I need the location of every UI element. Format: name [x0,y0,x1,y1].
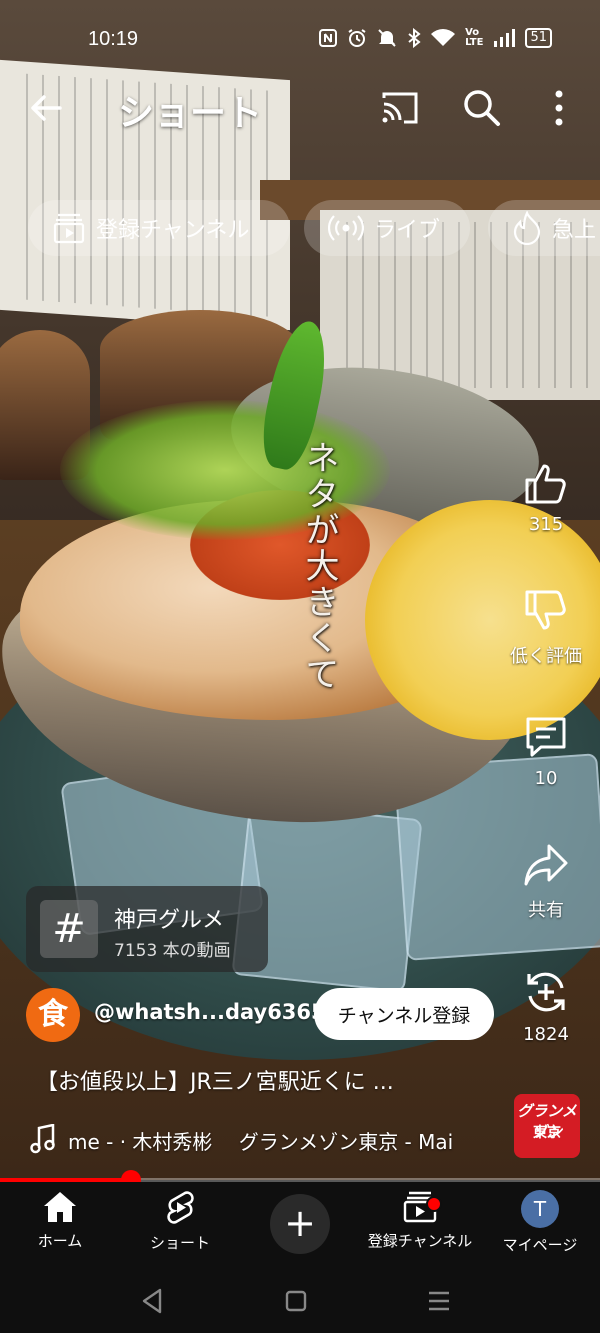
bluetooth-icon [408,28,421,48]
wifi-icon [431,29,456,46]
volte-icon: Vo LTE [465,27,484,48]
nav-subscriptions[interactable]: 登録チャンネル [356,1190,484,1251]
music-track-text[interactable]: me - · 木村秀彬 グランメゾン東京 - Mai [68,1126,496,1155]
status-bar: 10:19 Vo LTE 51 [0,0,600,80]
more-options-icon[interactable] [548,86,570,130]
system-menu-icon[interactable] [422,1284,456,1318]
user-avatar: T [521,1190,559,1228]
share-label: 共有 [528,900,564,921]
trending-icon [513,211,541,245]
hashtag-video-count: 7153 本の動画 [114,941,231,961]
like-count: 315 [528,514,564,535]
video-caption-text: ネタが大きくて [299,440,339,692]
chip-label: 登録チャンネル [96,218,250,243]
nav-label: 登録チャンネル [367,1232,473,1250]
nav-label: マイページ [502,1236,578,1254]
nav-home[interactable]: ホーム [24,1190,96,1251]
home-icon [44,1192,76,1222]
thumbs-down-icon [525,590,566,630]
channel-handle[interactable]: @whatsh...day6365 [94,1000,326,1024]
comment-icon [526,717,566,757]
video-title[interactable]: 【お値段以上】JR三ノ宮駅近くに ... [36,1064,394,1096]
music-thumbnail[interactable]: グランメゾン 東京 [514,1094,580,1158]
alarm-icon [348,29,366,47]
remix-icon [527,972,565,1012]
music-thumb-line2: 東京 [533,1125,561,1141]
notification-dot [426,1196,442,1212]
signal-icon [494,29,516,47]
plus-icon: + [284,1201,316,1245]
back-arrow-icon[interactable] [26,88,66,128]
subscribe-button[interactable]: チャンネル登録 [314,988,494,1040]
create-button[interactable]: + [270,1194,330,1254]
remix-count: 1824 [523,1024,569,1045]
dislike-label: 低く評価 [510,646,582,667]
like-button[interactable]: 315 [506,460,586,535]
music-note-icon [30,1124,55,1154]
subscriptions-icon [53,213,85,244]
top-app-bar: ショート [0,80,600,140]
cast-icon[interactable] [380,88,420,128]
chip-subscriptions[interactable]: 登録チャンネル [28,200,290,256]
hashtag-title: 神戸グルメ [114,908,225,933]
system-back-icon[interactable] [136,1284,170,1318]
comment-count: 10 [534,768,558,789]
nfc-icon [319,29,338,47]
bottom-navigation: ホーム ショート + 登録チャンネル T マイページ [0,1182,600,1270]
nav-label: ホーム [37,1232,83,1250]
chip-live[interactable]: ライブ [304,200,470,256]
share-icon [524,844,568,886]
nav-my-page[interactable]: T マイページ [494,1190,586,1255]
comments-button[interactable]: 10 [506,714,586,789]
system-home-icon[interactable] [279,1284,313,1318]
nav-shorts[interactable]: ショート [140,1190,220,1253]
dislike-button[interactable]: 低く評価 [506,588,586,668]
remix-button[interactable]: 1824 [506,968,586,1045]
system-navigation-bar [0,1270,600,1333]
shorts-screen: ネタが大きくて 10:19 Vo LTE 51 ショート 登録チャンネル ライブ… [0,0,600,1333]
hashtag-icon: # [40,900,98,958]
thumbs-up-icon [525,464,566,504]
live-icon [328,215,364,241]
chip-label: 急上 [552,218,597,243]
status-time: 10:19 [88,28,139,50]
chip-label: ライブ [374,218,441,243]
search-icon[interactable] [460,86,502,128]
share-button[interactable]: 共有 [506,842,586,922]
hashtag-card[interactable]: # 神戸グルメ 7153 本の動画 [26,886,268,972]
shorts-icon [167,1191,194,1224]
page-title: ショート [118,93,263,134]
mute-icon [378,29,396,47]
battery-icon: 51 [525,28,552,48]
nav-label: ショート [149,1234,210,1252]
chip-trending[interactable]: 急上 [488,200,600,256]
channel-avatar[interactable]: 食 [26,988,80,1042]
